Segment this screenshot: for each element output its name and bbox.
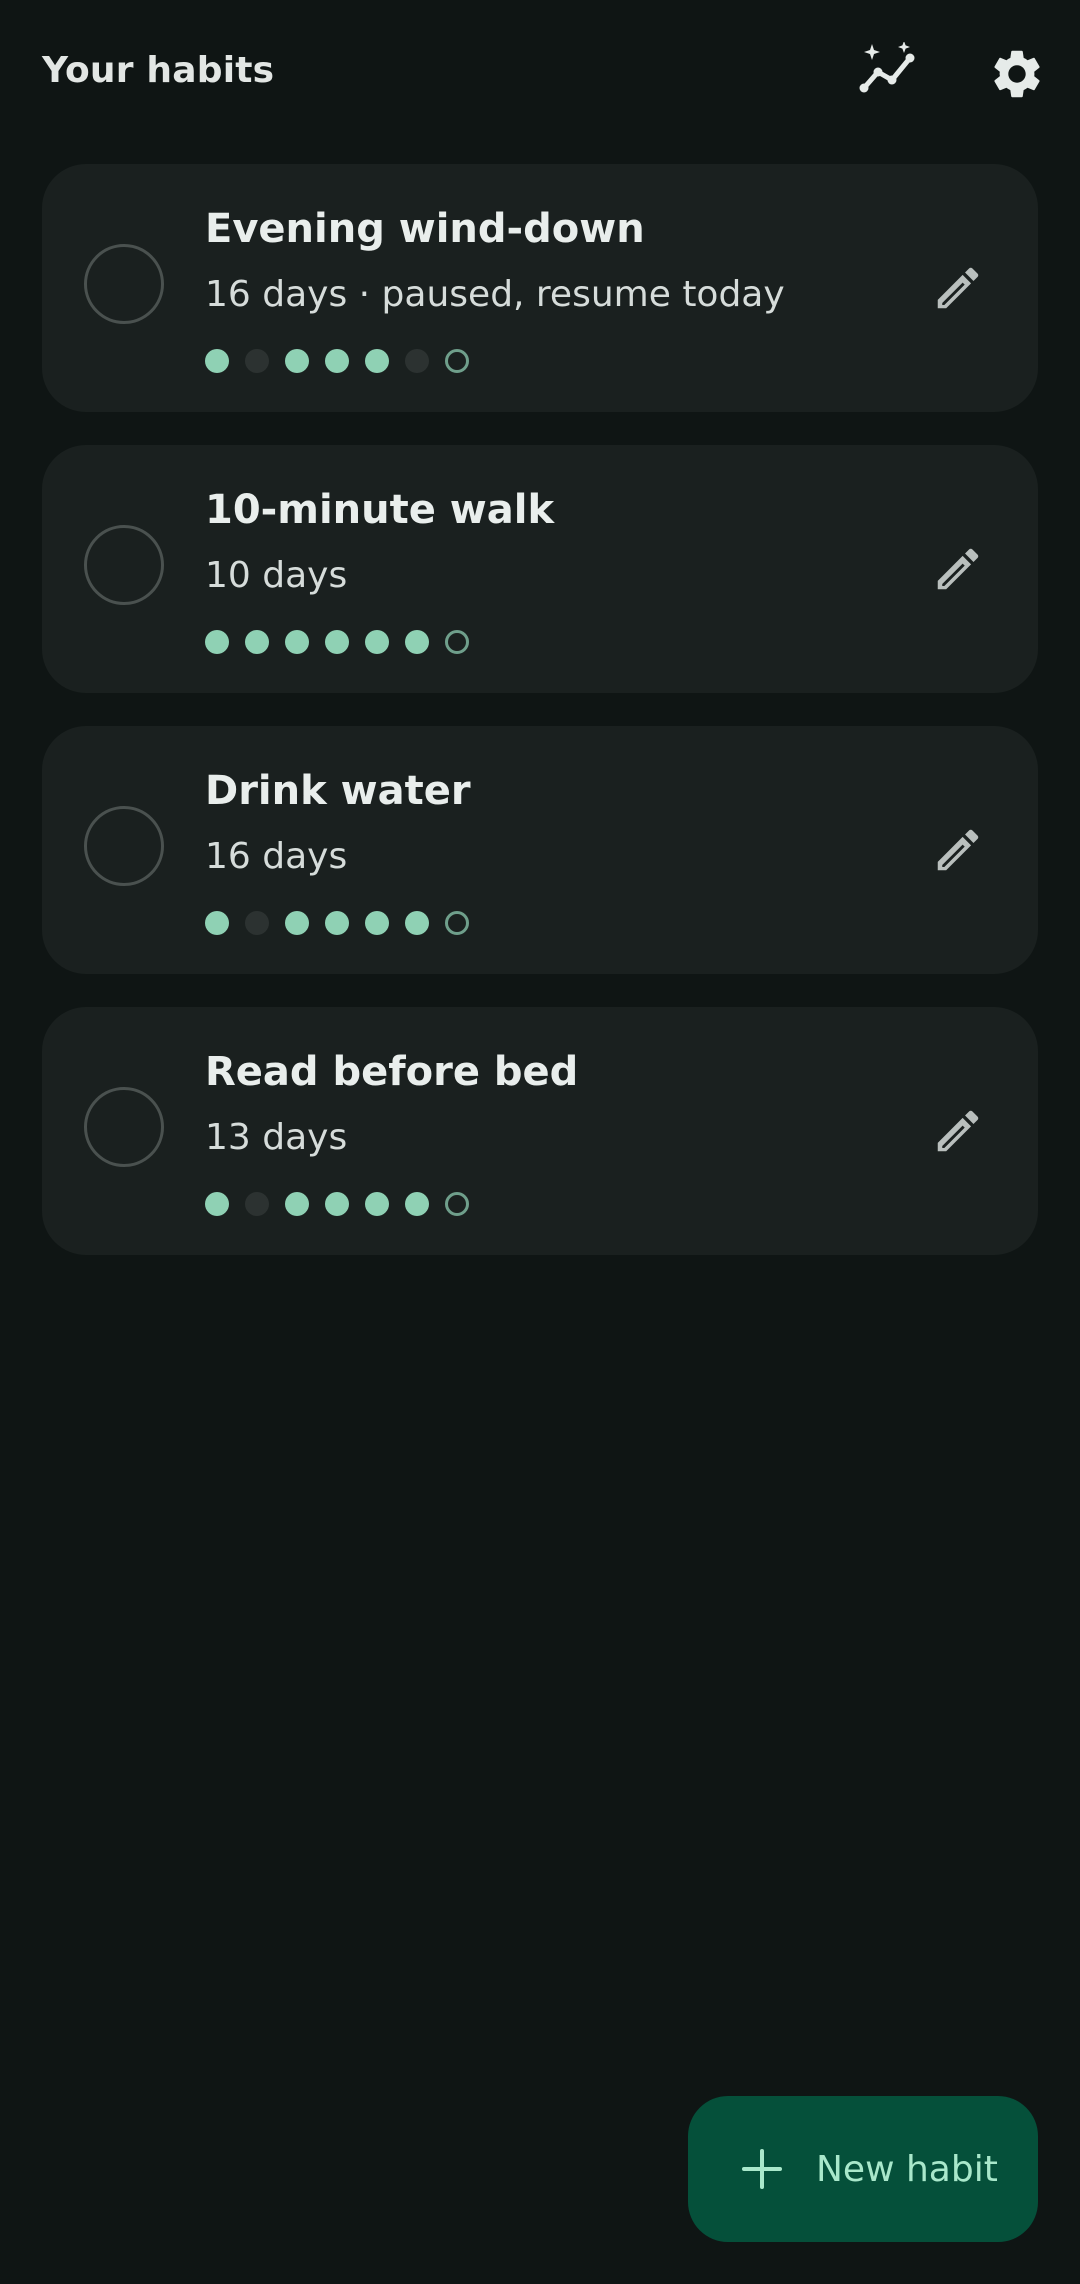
- day-dot-done: [365, 630, 389, 654]
- day-dot-done: [405, 630, 429, 654]
- habit-streak: 16 days · paused, resume today: [205, 274, 785, 315]
- day-dot-done: [325, 349, 349, 373]
- settings-button[interactable]: [977, 34, 1057, 114]
- page-title: Your habits: [42, 50, 275, 91]
- day-dot-done: [365, 1192, 389, 1216]
- day-dot-done: [205, 911, 229, 935]
- pencil-icon: [937, 267, 979, 309]
- day-dot-done: [405, 1192, 429, 1216]
- habit-week-dots: [205, 349, 469, 373]
- habit-name: Read before bed: [205, 1049, 579, 1095]
- app-header: Your habits: [0, 0, 1080, 150]
- day-dot-done: [365, 911, 389, 935]
- day-dot-done: [285, 630, 309, 654]
- gear-icon: [994, 50, 1040, 98]
- day-dot-done: [205, 630, 229, 654]
- pencil-icon: [937, 1110, 979, 1152]
- habit-check-circle[interactable]: [84, 244, 164, 324]
- pencil-icon: [937, 548, 979, 590]
- habit-card[interactable]: Read before bed 13 days: [42, 1007, 1038, 1255]
- day-dot-today: [445, 349, 469, 373]
- habit-name: Evening wind-down: [205, 206, 645, 252]
- day-dot-done: [285, 911, 309, 935]
- habit-check-circle[interactable]: [84, 525, 164, 605]
- edit-button[interactable]: [918, 248, 998, 328]
- pencil-icon: [937, 829, 979, 871]
- habit-check-circle[interactable]: [84, 1087, 164, 1167]
- habit-streak: 10 days: [205, 555, 348, 596]
- day-dot-miss: [245, 349, 269, 373]
- edit-button[interactable]: [918, 810, 998, 890]
- new-habit-label: New habit: [816, 2148, 998, 2190]
- habit-list: Evening wind-down 16 days · paused, resu…: [42, 164, 1038, 1288]
- edit-button[interactable]: [918, 1091, 998, 1171]
- day-dot-done: [285, 1192, 309, 1216]
- day-dot-miss: [245, 1192, 269, 1216]
- habit-card[interactable]: Drink water 16 days: [42, 726, 1038, 974]
- day-dot-done: [205, 349, 229, 373]
- plus-icon: [740, 2147, 784, 2191]
- habit-name: 10-minute walk: [205, 487, 555, 533]
- stats-sparkle-icon: [859, 42, 915, 93]
- day-dot-done: [245, 630, 269, 654]
- habit-streak: 13 days: [205, 1117, 348, 1158]
- day-dot-done: [205, 1192, 229, 1216]
- day-dot-done: [285, 349, 309, 373]
- habit-card[interactable]: 10-minute walk 10 days: [42, 445, 1038, 693]
- habit-streak: 16 days: [205, 836, 348, 877]
- habit-week-dots: [205, 1192, 469, 1216]
- habit-week-dots: [205, 630, 469, 654]
- edit-button[interactable]: [918, 529, 998, 609]
- day-dot-done: [405, 911, 429, 935]
- day-dot-done: [365, 349, 389, 373]
- day-dot-today: [445, 630, 469, 654]
- day-dot-miss: [245, 911, 269, 935]
- habit-week-dots: [205, 911, 469, 935]
- day-dot-done: [325, 1192, 349, 1216]
- habit-check-circle[interactable]: [84, 806, 164, 886]
- day-dot-today: [445, 1192, 469, 1216]
- new-habit-button[interactable]: New habit: [688, 2096, 1038, 2242]
- habit-name: Drink water: [205, 768, 471, 814]
- day-dot-miss: [405, 349, 429, 373]
- day-dot-done: [325, 911, 349, 935]
- day-dot-done: [325, 630, 349, 654]
- day-dot-today: [445, 911, 469, 935]
- habit-card[interactable]: Evening wind-down 16 days · paused, resu…: [42, 164, 1038, 412]
- stats-button[interactable]: [850, 34, 930, 114]
